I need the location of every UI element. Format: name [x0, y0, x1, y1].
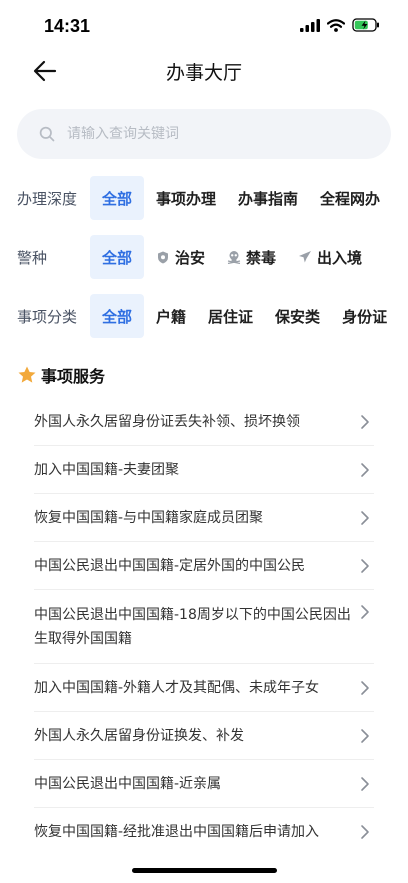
list-item-text: 加入中国国籍-夫妻团聚	[34, 461, 180, 478]
chip-id-card[interactable]: 身份证	[342, 294, 387, 338]
chevron-right-icon	[361, 776, 369, 791]
list-item[interactable]: 加入中国国籍-夫妻团聚	[34, 446, 374, 494]
list-item[interactable]: 加入中国国籍-外籍人才及其配偶、未成年子女	[34, 664, 374, 712]
filter-row-depth: 办理深度 全部 事项办理 办事指南 全程网办	[0, 176, 408, 220]
list-item-text: 中国公民退出中国国籍-定居外国的中国公民	[34, 557, 306, 574]
list-item[interactable]: 恢复中国国籍-经批准退出中国国籍后申请加入	[34, 808, 374, 856]
status-icons	[300, 18, 380, 32]
search-icon	[39, 125, 57, 143]
chip-label: 禁毒	[246, 248, 277, 267]
chip-all[interactable]: 全部	[90, 294, 145, 338]
section-header: 事项服务	[17, 363, 105, 387]
chevron-right-icon	[361, 728, 369, 743]
filter-label: 办理深度	[17, 190, 78, 208]
chip-online[interactable]: 全程网办	[320, 176, 380, 220]
filter-row-police-type: 警种 全部 治安 禁毒 出入境	[0, 235, 408, 279]
chevron-right-icon	[361, 415, 369, 429]
chevron-right-icon	[361, 825, 369, 839]
search-input[interactable]	[67, 126, 357, 142]
search-bar	[17, 109, 391, 159]
list-item-text: 中国公民退出中国国籍-近亲属	[34, 775, 222, 792]
page-title: 办事大厅	[165, 62, 242, 84]
signal-icon	[300, 18, 320, 32]
chip-all[interactable]: 全部	[90, 176, 145, 220]
chip-all[interactable]: 全部	[90, 235, 145, 279]
chevron-right-icon	[361, 510, 369, 525]
chevron-right-icon	[361, 680, 369, 695]
list-item[interactable]: 中国公民退出中国国籍-18周岁以下的中国公民因出生取得外国国籍	[34, 590, 374, 664]
list-item-text: 加入中国国籍-外籍人才及其配偶、未成年子女	[34, 679, 320, 696]
shield-icon	[156, 250, 170, 264]
battery-charging-icon	[352, 18, 379, 32]
chip-label: 治安	[175, 248, 206, 267]
status-time: 14:31	[44, 16, 91, 36]
chip-guide[interactable]: 办事指南	[238, 176, 298, 220]
filter-chips: 全部 事项办理 办事指南 全程网办	[90, 176, 402, 220]
list-item-text: 恢复中国国籍-经批准退出中国国籍后申请加入	[34, 824, 320, 840]
home-indicator	[132, 868, 277, 873]
chip-residence-permit[interactable]: 居住证	[208, 294, 253, 338]
filter-chips: 全部 治安 禁毒 出入境	[90, 235, 384, 279]
chip-drug-control[interactable]: 禁毒	[227, 235, 276, 279]
star-icon	[18, 366, 36, 383]
list-item[interactable]: 中国公民退出中国国籍-近亲属	[34, 760, 374, 808]
skull-icon	[227, 250, 241, 264]
chip-public-security[interactable]: 治安	[156, 235, 205, 279]
list-item[interactable]: 恢复中国国籍-与中国籍家庭成员团聚	[34, 494, 374, 542]
service-list: 外国人永久居留身份证丢失补领、损坏换领 加入中国国籍-夫妻团聚 恢复中国国籍-与…	[34, 399, 374, 856]
chip-household[interactable]: 户籍	[156, 294, 186, 338]
section-title: 事项服务	[41, 367, 106, 386]
status-bar: 14:31	[0, 0, 408, 52]
filter-label: 事项分类	[17, 308, 78, 326]
filter-label: 警种	[17, 249, 48, 267]
chevron-right-icon	[361, 462, 369, 477]
list-item[interactable]: 中国公民退出中国国籍-定居外国的中国公民	[34, 542, 374, 590]
chevron-right-icon	[361, 605, 369, 619]
airplane-icon	[298, 250, 312, 264]
list-item[interactable]: 外国人永久居留身份证丢失补领、损坏换领	[34, 399, 374, 446]
chip-security-guard[interactable]: 保安类	[275, 294, 320, 338]
filter-row-category: 事项分类 全部 户籍 居住证 保安类 身份证	[0, 294, 408, 338]
chevron-right-icon	[361, 558, 369, 573]
chip-label: 出入境	[317, 248, 363, 267]
list-item-text: 恢复中国国籍-与中国籍家庭成员团聚	[34, 509, 264, 526]
chip-handling[interactable]: 事项办理	[156, 176, 216, 220]
nav-bar: 办事大厅	[0, 52, 408, 90]
chip-immigration[interactable]: 出入境	[298, 235, 362, 279]
list-item-text: 中国公民退出中国国籍-18周岁以下的中国公民因出生取得外国国籍	[34, 606, 351, 647]
list-item[interactable]: 外国人永久居留身份证换发、补发	[34, 712, 374, 760]
wifi-icon	[327, 18, 345, 32]
list-item-text: 外国人永久居留身份证换发、补发	[34, 727, 244, 744]
filter-chips: 全部 户籍 居住证 保安类 身份证	[90, 294, 408, 338]
list-item-text: 外国人永久居留身份证丢失补领、损坏换领	[34, 414, 300, 430]
